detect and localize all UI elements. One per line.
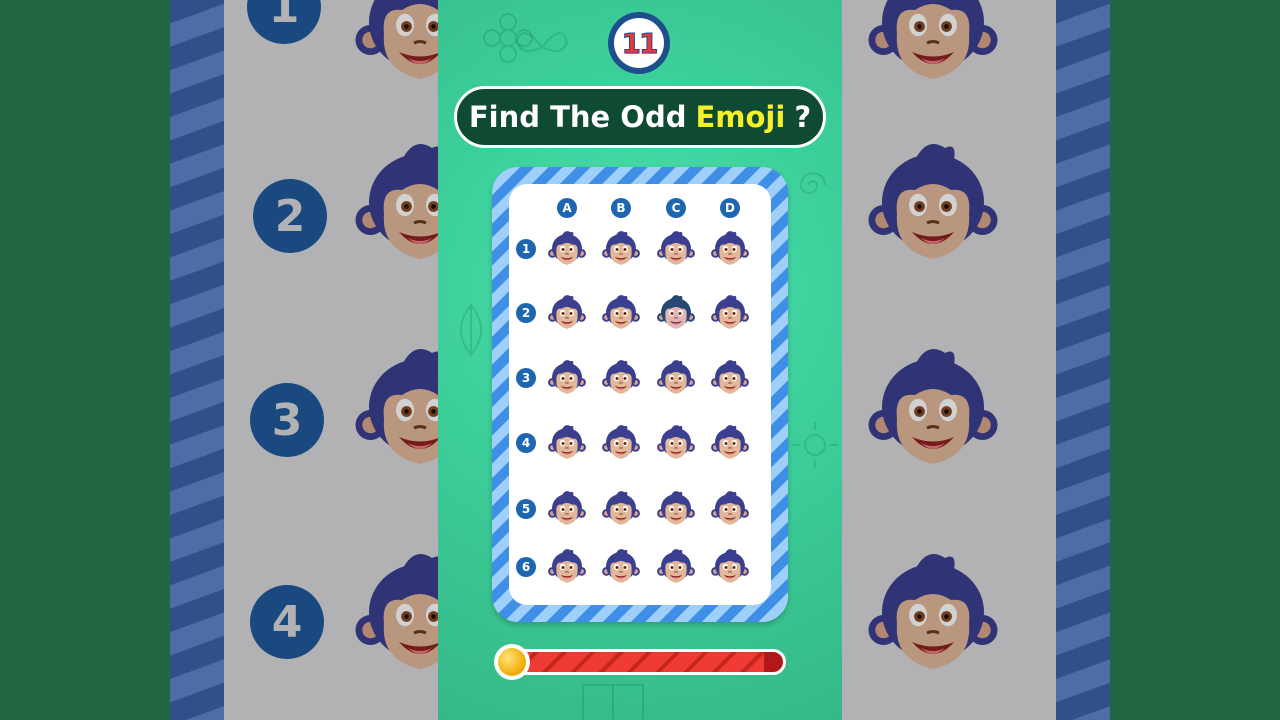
grid-cell-d2[interactable] (708, 291, 752, 335)
grid-cell-a4[interactable] (545, 421, 589, 465)
grid-cell-a5[interactable] (545, 487, 589, 531)
window-doodle-icon (582, 684, 644, 720)
monkey-face-icon (547, 548, 587, 584)
grid-cell-b2[interactable] (599, 291, 643, 335)
grid-cell-c2-odd[interactable] (654, 291, 698, 335)
monkey-face-icon (710, 359, 750, 395)
grid-cell-a3[interactable] (545, 356, 589, 400)
background-green-strip-right (1110, 0, 1280, 720)
monkey-face-icon (547, 490, 587, 526)
monkey-face-icon (710, 548, 750, 584)
butterfly-doodle-icon (515, 32, 569, 52)
puzzle-title: Find The Odd Emoji ? (454, 86, 826, 148)
monkey-face-icon (656, 548, 696, 584)
grid-cell-d5[interactable] (708, 487, 752, 531)
leaf-doodle-icon (460, 303, 482, 357)
monkey-face-icon (656, 230, 696, 266)
monkey-face-icon (547, 359, 587, 395)
column-label-c: C (666, 198, 686, 218)
grid-cell-c6[interactable] (654, 545, 698, 589)
monkey-face-icon (601, 230, 641, 266)
grid-cell-b3[interactable] (599, 356, 643, 400)
grid-cell-c1[interactable] (654, 227, 698, 271)
background-blue-border-right (1056, 0, 1110, 720)
snail-doodle-icon (799, 172, 826, 194)
row-label-4: 4 (516, 433, 536, 453)
background-row-number: 2 (253, 179, 327, 253)
row-label-5: 5 (516, 499, 536, 519)
grid-cell-c4[interactable] (654, 421, 698, 465)
level-badge: 11 (608, 12, 670, 74)
monkey-face-icon (601, 548, 641, 584)
monkey-face-icon (656, 424, 696, 460)
monkey-face-icon (656, 359, 696, 395)
column-label-d: D (720, 198, 740, 218)
column-label-b: B (611, 198, 631, 218)
puzzle-grid: A B C D 1 2 3 4 5 6 (509, 184, 771, 605)
grid-cell-d1[interactable] (708, 227, 752, 271)
background-blue-border-left (170, 0, 226, 720)
grid-cell-c3[interactable] (654, 356, 698, 400)
monkey-face-icon (867, 552, 999, 671)
darker-monkey-face-icon (656, 294, 696, 330)
background-row-number: 3 (250, 383, 324, 457)
monkey-face-icon (601, 359, 641, 395)
grid-cell-d6[interactable] (708, 545, 752, 589)
monkey-face-icon (710, 230, 750, 266)
monkey-face-icon (601, 424, 641, 460)
background-row-number: 4 (250, 585, 324, 659)
row-label-1: 1 (516, 239, 536, 259)
timer-fill (511, 652, 764, 672)
grid-cell-a2[interactable] (545, 291, 589, 335)
column-label-a: A (557, 198, 577, 218)
grid-cell-b5[interactable] (599, 487, 643, 531)
puzzle-board: A B C D 1 2 3 4 5 6 (492, 167, 788, 622)
game-panel: 11 Find The Odd Emoji ? A B C D 1 2 3 4 … (438, 0, 842, 720)
monkey-face-icon (867, 347, 999, 466)
monkey-face-icon (656, 490, 696, 526)
monkey-face-icon (547, 424, 587, 460)
grid-cell-a6[interactable] (545, 545, 589, 589)
monkey-face-icon (867, 0, 999, 81)
monkey-face-icon (547, 230, 587, 266)
grid-cell-b1[interactable] (599, 227, 643, 271)
grid-cell-b6[interactable] (599, 545, 643, 589)
grid-cell-b4[interactable] (599, 421, 643, 465)
grid-cell-a1[interactable] (545, 227, 589, 271)
monkey-face-icon (601, 490, 641, 526)
timer-track (508, 649, 786, 675)
monkey-face-icon (710, 490, 750, 526)
row-label-2: 2 (516, 303, 536, 323)
monkey-face-icon (710, 424, 750, 460)
grid-cell-d4[interactable] (708, 421, 752, 465)
monkey-face-icon (710, 294, 750, 330)
level-number: 11 (614, 18, 664, 68)
title-highlight: Emoji (695, 100, 786, 134)
monkey-face-icon (547, 294, 587, 330)
clock-coin-icon (494, 644, 530, 680)
sun-doodle-icon (792, 422, 838, 468)
grid-cell-c5[interactable] (654, 487, 698, 531)
monkey-face-icon (867, 142, 999, 261)
monkey-face-icon (601, 294, 641, 330)
row-label-6: 6 (516, 557, 536, 577)
grid-cell-d3[interactable] (708, 356, 752, 400)
title-text: Find The Odd (468, 100, 687, 134)
title-question-mark: ? (794, 100, 812, 134)
timer-bar (494, 644, 786, 680)
row-label-3: 3 (516, 368, 536, 388)
background-green-strip-left (0, 0, 170, 720)
